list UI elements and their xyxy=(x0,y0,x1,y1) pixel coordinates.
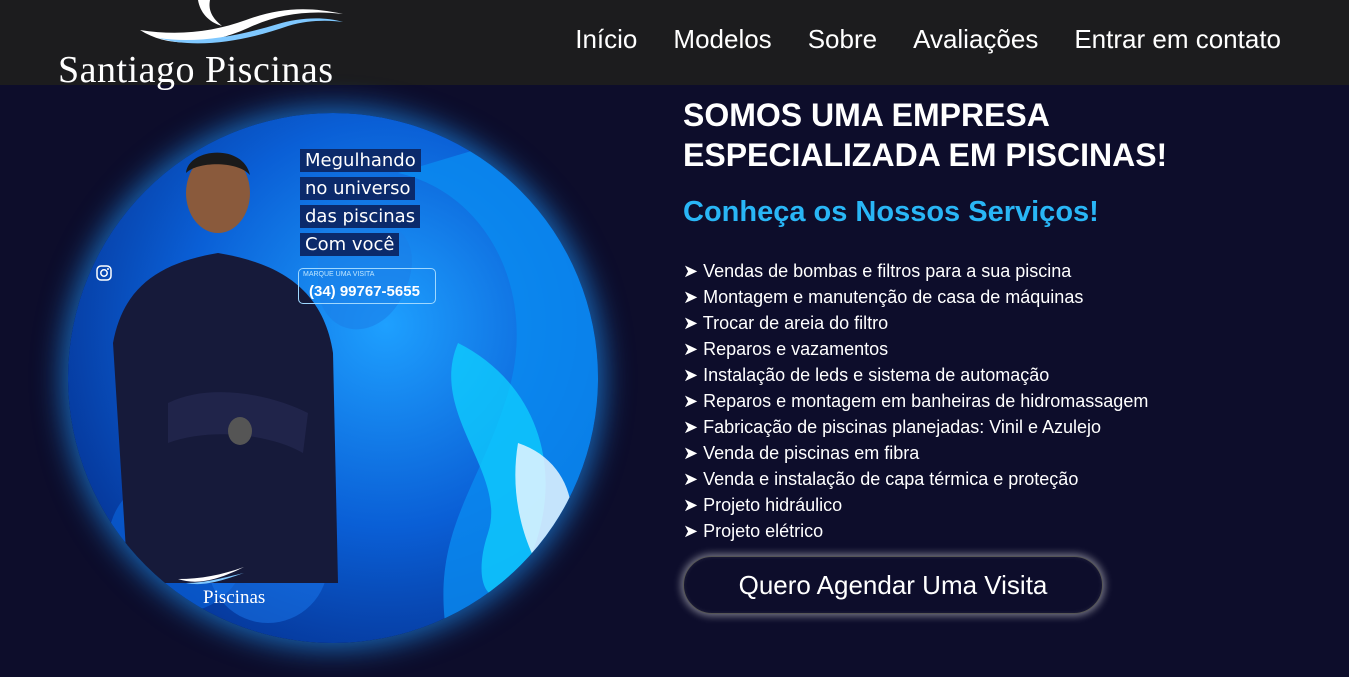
promo-line-4: Com você xyxy=(300,233,400,256)
nav-inicio[interactable]: Início xyxy=(575,24,637,55)
hero-image: Megulhando no universo das piscinas Com … xyxy=(68,113,598,643)
main-nav: Início Modelos Sobre Avaliações Entrar e… xyxy=(539,24,1281,55)
service-item: ➤ Projeto elétrico xyxy=(683,521,824,541)
service-item: ➤ Trocar de areia do filtro xyxy=(683,313,889,333)
service-item: ➤ Fabricação de piscinas planejadas: Vin… xyxy=(683,417,1101,437)
service-item: ➤ Projeto hidráulico xyxy=(683,495,843,515)
promo-line-1: Megulhando xyxy=(300,149,421,172)
site-header: Santiago Piscinas Início Modelos Sobre A… xyxy=(0,0,1349,91)
nav-avaliacoes[interactable]: Avaliações xyxy=(913,24,1038,55)
instagram-icon[interactable] xyxy=(96,265,112,281)
promo-line-3: das piscinas xyxy=(300,205,421,228)
promo-line-2: no universo xyxy=(300,177,416,200)
hero-subtitle: Conheça os Nossos Serviços! xyxy=(683,196,1099,228)
phone-number: (34) 99767-5655 xyxy=(309,283,420,300)
service-item: ➤ Venda de piscinas em fibra xyxy=(683,443,920,463)
service-item: ➤ Instalação de leds e sistema de automa… xyxy=(683,365,1050,385)
phone-badge: MARQUE UMA VISITA (34) 99767-5655 xyxy=(298,268,436,304)
service-item: ➤ Montagem e manutenção de casa de máqui… xyxy=(683,287,1084,307)
logo-wave-icon xyxy=(140,0,343,44)
brand-logo[interactable]: Santiago Piscinas xyxy=(58,0,358,91)
nav-modelos[interactable]: Modelos xyxy=(673,24,771,55)
phone-cta-label: MARQUE UMA VISITA xyxy=(303,271,375,278)
service-item: ➤ Reparos e montagem em banheiras de hid… xyxy=(683,391,1149,411)
service-item: ➤ Reparos e vazamentos xyxy=(683,339,889,359)
hero-title: SOMOS UMA EMPRESA ESPECIALIZADA EM PISCI… xyxy=(683,97,1168,173)
service-item: ➤ Venda e instalação de capa térmica e p… xyxy=(683,469,1079,489)
circle-logo-wave-icon xyxy=(178,567,244,585)
service-item: ➤ Vendas de bombas e filtros para a sua … xyxy=(683,261,1072,281)
nav-sobre[interactable]: Sobre xyxy=(808,24,877,55)
brand-name: Santiago Piscinas xyxy=(58,49,334,91)
schedule-visit-button[interactable]: Quero Agendar Uma Visita xyxy=(683,556,1103,614)
nav-contato[interactable]: Entrar em contato xyxy=(1074,24,1281,55)
services-list: ➤ Vendas de bombas e filtros para a sua … xyxy=(683,258,1148,544)
circle-brand-text: Piscinas xyxy=(203,587,266,608)
